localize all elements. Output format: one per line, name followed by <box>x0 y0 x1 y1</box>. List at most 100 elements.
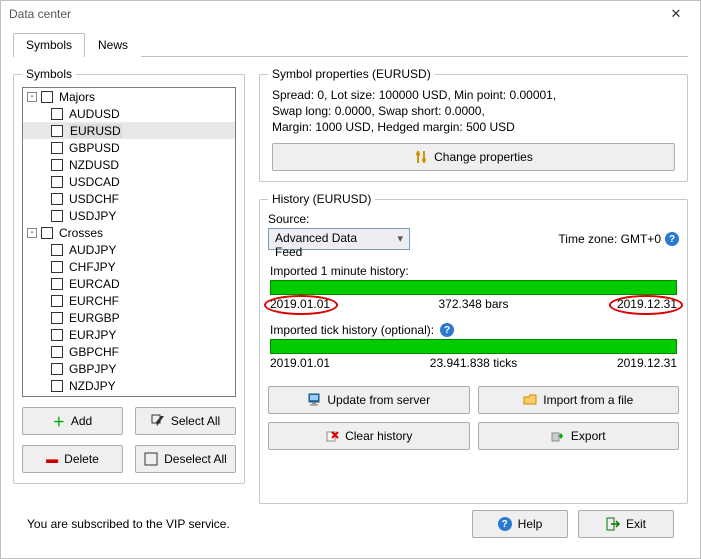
window-controls: ✕ <box>656 4 696 24</box>
tree-checkbox[interactable] <box>51 278 63 290</box>
tree-label: NZDJPY <box>69 379 116 393</box>
help-icon[interactable]: ? <box>440 323 454 337</box>
tree-checkbox[interactable] <box>51 125 63 137</box>
tree-checkbox[interactable] <box>51 363 63 375</box>
content: Symbols News Symbols - Majors AUDUSDEURUSD… <box>1 27 700 558</box>
source-label: Source: <box>268 212 679 226</box>
tree-label: EURGBP <box>69 311 120 325</box>
tree-label: USDCHF <box>69 192 119 206</box>
export-icon <box>551 429 565 443</box>
tree-group[interactable]: - Majors <box>23 88 235 105</box>
symbol-buttons-row2: ▬ Delete Deselect All <box>22 445 236 473</box>
import-from-file-button[interactable]: Import from a file <box>478 386 680 414</box>
deselect-all-button[interactable]: Deselect All <box>135 445 236 473</box>
tree-checkbox[interactable] <box>51 108 63 120</box>
tree-checkbox[interactable] <box>51 142 63 154</box>
tree-checkbox[interactable] <box>51 329 63 341</box>
tree-checkbox[interactable] <box>51 193 63 205</box>
tree-symbol[interactable]: USDJPY <box>23 207 235 224</box>
tree-symbol[interactable]: CHFJPY <box>23 258 235 275</box>
tree-symbol[interactable]: AUDUSD <box>23 105 235 122</box>
minute-history-bar <box>270 280 677 295</box>
tree-checkbox[interactable] <box>51 261 63 273</box>
tree-symbol[interactable]: EURUSD <box>23 122 235 139</box>
tab-strip: Symbols News <box>13 33 688 57</box>
tree-checkbox[interactable] <box>51 346 63 358</box>
update-from-server-button[interactable]: Update from server <box>268 386 470 414</box>
tree-checkbox[interactable] <box>51 312 63 324</box>
left-column: Symbols -MajorsAUDUSDEURUSDGBPUSDNZDUSDU… <box>13 67 245 504</box>
symbol-properties-group: Symbol properties (EURUSD) Spread: 0, Lo… <box>259 67 688 182</box>
history-group: History (EURUSD) Source: Advanced Data F… <box>259 192 688 504</box>
tree-group[interactable]: -Crosses <box>23 224 235 241</box>
tick-history-block: Imported tick history (optional): ? 2019… <box>270 323 677 370</box>
tree-checkbox[interactable] <box>41 397 53 398</box>
tick-to: 2019.12.31 <box>617 356 677 370</box>
wrench-icon <box>414 150 428 164</box>
tree-symbol[interactable]: AUDJPY <box>23 241 235 258</box>
tree-label: AUDUSD <box>69 107 120 121</box>
tree-symbol[interactable]: EURJPY <box>23 326 235 343</box>
delete-button[interactable]: ▬ Delete <box>22 445 123 473</box>
tree-symbol[interactable]: GBPUSD <box>23 139 235 156</box>
tree-group[interactable]: -Crypto <box>23 394 235 397</box>
source-select[interactable]: Advanced Data Feed <box>268 228 410 250</box>
history-legend: History (EURUSD) <box>268 192 375 206</box>
tree-symbol[interactable]: GBPCHF <box>23 343 235 360</box>
help-icon: ? <box>498 517 512 531</box>
tick-from: 2019.01.01 <box>270 356 330 370</box>
tree-label: CHFJPY <box>69 260 116 274</box>
close-button[interactable]: ✕ <box>656 4 696 24</box>
minute-stats: 372.348 bars <box>438 297 508 311</box>
export-button[interactable]: Export <box>478 422 680 450</box>
tree-label: USDCAD <box>69 175 120 189</box>
change-properties-button[interactable]: Change properties <box>272 143 675 171</box>
tree-symbol[interactable]: USDCAD <box>23 173 235 190</box>
tree-label: Majors <box>59 90 95 104</box>
tree-checkbox[interactable] <box>51 244 63 256</box>
help-icon[interactable]: ? <box>665 232 679 246</box>
tree-label: EURCHF <box>69 294 119 308</box>
tab-news[interactable]: News <box>85 33 141 57</box>
symbol-buttons-row1: ＋ Add Select All <box>22 407 236 435</box>
help-button[interactable]: ? Help <box>472 510 568 538</box>
tree-label: AUDJPY <box>69 243 116 257</box>
window: Data center ✕ Symbols News Symbols - Majo… <box>0 0 701 559</box>
tree-symbol[interactable]: EURGBP <box>23 309 235 326</box>
right-column: Symbol properties (EURUSD) Spread: 0, Lo… <box>259 67 688 504</box>
tree-checkbox[interactable] <box>51 380 63 392</box>
plus-icon: ＋ <box>53 413 65 430</box>
tree-symbol[interactable]: NZDUSD <box>23 156 235 173</box>
columns: Symbols -MajorsAUDUSDEURUSDGBPUSDNZDUSDU… <box>13 67 688 504</box>
tree-checkbox[interactable] <box>41 227 53 239</box>
tree-checkbox[interactable] <box>51 295 63 307</box>
tick-history-title: Imported tick history (optional): ? <box>270 323 677 337</box>
tree-symbol[interactable]: GBPJPY <box>23 360 235 377</box>
tree-expander-icon[interactable]: - <box>27 92 37 102</box>
tree-symbol[interactable]: USDCHF <box>23 190 235 207</box>
minute-to: 2019.12.31 <box>617 297 677 311</box>
add-button[interactable]: ＋ Add <box>22 407 123 435</box>
tree-expander-icon[interactable]: - <box>27 228 37 238</box>
tree-checkbox[interactable] <box>51 176 63 188</box>
symbols-tree[interactable]: - Majors AUDUSDEURUSDGBPUSD NZDUSD USDCAD USD… <box>22 87 236 397</box>
tree-symbol[interactable]: NZDJPY <box>23 377 235 394</box>
tab-symbols[interactable]: Symbols <box>13 33 85 57</box>
tree-symbol[interactable]: EURCAD <box>23 275 235 292</box>
tree-label: NZDUSD <box>69 158 119 172</box>
titlebar: Data center ✕ <box>1 1 700 27</box>
deselect-all-icon <box>144 452 158 466</box>
select-all-button[interactable]: Select All <box>135 407 236 435</box>
symbols-group: Symbols -MajorsAUDUSDEURUSDGBPUSDNZDUSDU… <box>13 67 245 484</box>
minute-history-title: Imported 1 minute history: <box>270 264 677 278</box>
minute-from: 2019.01.01 <box>270 297 330 311</box>
server-icon <box>307 393 321 407</box>
clear-history-button[interactable]: Clear history <box>268 422 470 450</box>
tree-symbol[interactable]: EURCHF <box>23 292 235 309</box>
exit-button[interactable]: Exit <box>578 510 674 538</box>
tree-checkbox[interactable] <box>51 159 63 171</box>
symbol-properties-text: Spread: 0, Lot size: 100000 USD, Min poi… <box>268 87 679 135</box>
exit-icon <box>606 517 620 531</box>
tree-checkbox[interactable] <box>51 210 63 222</box>
tree-checkbox[interactable] <box>41 91 53 103</box>
